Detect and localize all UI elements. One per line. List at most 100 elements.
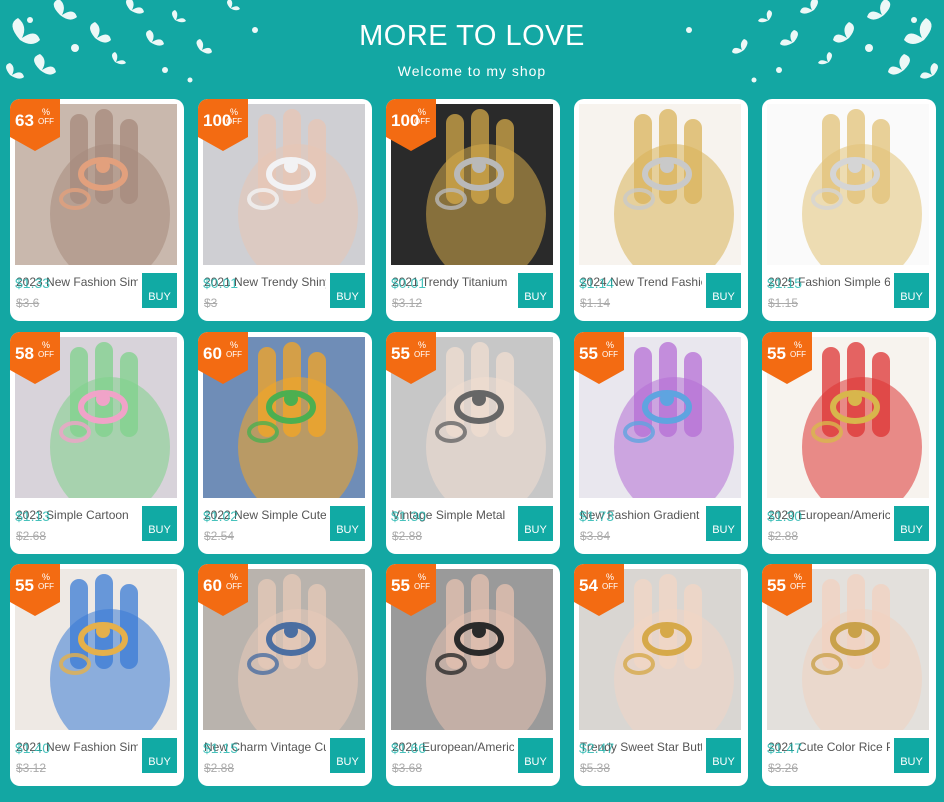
discount-badge: 55 % OFF — [574, 332, 624, 384]
discount-value: 55 — [579, 344, 598, 363]
discount-off-label: OFF — [38, 350, 54, 359]
product-card[interactable]: 55 % OFF 2020 European/American $1.30 $2… — [762, 332, 936, 554]
buy-button[interactable]: BUY — [518, 738, 553, 773]
discount-off-label: OFF — [226, 117, 242, 126]
product-price: $1.66 — [391, 740, 427, 756]
discount-badge: 63 % OFF — [10, 99, 60, 151]
product-card[interactable]: 55 % OFF 2021 New Fashion Simple $1.40 $… — [10, 564, 184, 786]
discount-value: 54 — [579, 576, 598, 595]
buy-button[interactable]: BUY — [330, 738, 365, 773]
discount-percent: % — [230, 340, 239, 350]
discount-badge: 55 % OFF — [762, 564, 812, 616]
discount-percent: % — [794, 572, 803, 582]
discount-badge: 100 % OFF — [198, 99, 248, 151]
buy-button[interactable]: BUY — [894, 273, 929, 308]
buy-button[interactable]: BUY — [142, 506, 177, 541]
original-price: $3.26 — [768, 761, 799, 775]
discount-badge: 55 % OFF — [10, 564, 60, 616]
product-card[interactable]: 60 % OFF 2022 New Simple Cute $1.02 $2.5… — [198, 332, 372, 554]
product-price: $1.02 — [203, 508, 239, 524]
discount-badge: 55 % OFF — [386, 564, 436, 616]
discount-off-label: OFF — [602, 350, 618, 359]
discount-badge: 100 % OFF — [386, 99, 436, 151]
product-price: $1.15 — [203, 740, 239, 756]
discount-percent: % — [418, 107, 427, 117]
discount-percent: % — [42, 340, 51, 350]
original-price: $2.88 — [392, 529, 423, 543]
product-card[interactable]: 55 % OFF Vintage Simple Metal $1.30 $2.8… — [386, 332, 560, 554]
buy-button[interactable]: BUY — [142, 738, 177, 773]
discount-badge: 54 % OFF — [574, 564, 624, 616]
discount-off-label: OFF — [790, 350, 806, 359]
discount-off-label: OFF — [602, 582, 618, 591]
original-price: $3.12 — [16, 761, 47, 775]
original-price: $2.88 — [768, 529, 799, 543]
original-price: $3.68 — [392, 761, 423, 775]
product-image[interactable] — [767, 104, 929, 265]
buy-button[interactable]: BUY — [142, 273, 177, 308]
buy-button[interactable]: BUY — [706, 506, 741, 541]
product-price: $1.13 — [15, 508, 51, 524]
discount-badge: 55 % OFF — [386, 332, 436, 384]
product-image[interactable] — [579, 104, 741, 265]
original-price: $1.14 — [580, 296, 611, 310]
original-price: $3.84 — [580, 529, 611, 543]
product-card[interactable]: 100 % OFF 2021 Trendy Titanium $0.01 $3.… — [386, 99, 560, 321]
original-price: $3.12 — [392, 296, 423, 310]
discount-value: 63 — [15, 111, 34, 130]
buy-button[interactable]: BUY — [518, 506, 553, 541]
discount-off-label: OFF — [790, 582, 806, 591]
discount-percent: % — [230, 572, 239, 582]
product-card[interactable]: 55 % OFF 2021 Cute Color Rice Pearl $1.4… — [762, 564, 936, 786]
buy-button[interactable]: BUY — [706, 738, 741, 773]
discount-percent: % — [606, 340, 615, 350]
product-price: $0.01 — [391, 275, 427, 291]
discount-percent: % — [794, 340, 803, 350]
discount-value: 55 — [391, 344, 410, 363]
product-price: $1.40 — [15, 740, 51, 756]
product-price: $2.47 — [579, 740, 615, 756]
product-price: $1.15 — [767, 275, 803, 291]
discount-off-label: OFF — [38, 117, 54, 126]
buy-button[interactable]: BUY — [706, 273, 741, 308]
product-card[interactable]: 58 % OFF 2023 Simple Cartoon $1.13 $2.68… — [10, 332, 184, 554]
product-price: $1.14 — [579, 275, 615, 291]
discount-badge: 55 % OFF — [762, 332, 812, 384]
original-price: $5.38 — [580, 761, 611, 775]
product-card[interactable]: 2024 New Trend Fashion $1.14 $1.14 BUY — [574, 99, 748, 321]
discount-value: 55 — [391, 576, 410, 595]
discount-off-label: OFF — [414, 582, 430, 591]
original-price: $3 — [204, 296, 218, 310]
discount-percent: % — [418, 572, 427, 582]
discount-value: 55 — [767, 576, 786, 595]
product-card[interactable]: 55 % OFF 2021 European/American $1.66 $3… — [386, 564, 560, 786]
product-card[interactable]: 2025 Fashion Simple 6 $1.15 $1.15 BUY — [762, 99, 936, 321]
product-card[interactable]: 54 % OFF Trendy Sweet Star Butterfly $2.… — [574, 564, 748, 786]
product-card[interactable]: 100 % OFF 2021 New Trendy Shiny $0.01 $3… — [198, 99, 372, 321]
product-grid: 63 % OFF 2023 New Fashion Simple $1.33 $… — [0, 0, 944, 802]
buy-button[interactable]: BUY — [330, 273, 365, 308]
discount-badge: 58 % OFF — [10, 332, 60, 384]
product-card[interactable]: 60 % OFF New Charm Vintage Cute $1.15 $2… — [198, 564, 372, 786]
discount-percent: % — [42, 107, 51, 117]
buy-button[interactable]: BUY — [894, 738, 929, 773]
original-price: $1.15 — [768, 296, 799, 310]
product-price: $1.30 — [767, 508, 803, 524]
original-price: $2.68 — [16, 529, 47, 543]
discount-off-label: OFF — [38, 582, 54, 591]
buy-button[interactable]: BUY — [894, 506, 929, 541]
discount-value: 55 — [15, 576, 34, 595]
discount-value: 55 — [767, 344, 786, 363]
discount-percent: % — [606, 572, 615, 582]
discount-off-label: OFF — [226, 582, 242, 591]
discount-badge: 60 % OFF — [198, 332, 248, 384]
discount-off-label: OFF — [414, 350, 430, 359]
product-card[interactable]: 63 % OFF 2023 New Fashion Simple $1.33 $… — [10, 99, 184, 321]
product-price: $1.47 — [767, 740, 803, 756]
product-card[interactable]: 55 % OFF New Fashion Gradient $1.73 $3.8… — [574, 332, 748, 554]
original-price: $2.54 — [204, 529, 235, 543]
original-price: $2.88 — [204, 761, 235, 775]
product-price: $1.33 — [15, 275, 51, 291]
buy-button[interactable]: BUY — [330, 506, 365, 541]
buy-button[interactable]: BUY — [518, 273, 553, 308]
